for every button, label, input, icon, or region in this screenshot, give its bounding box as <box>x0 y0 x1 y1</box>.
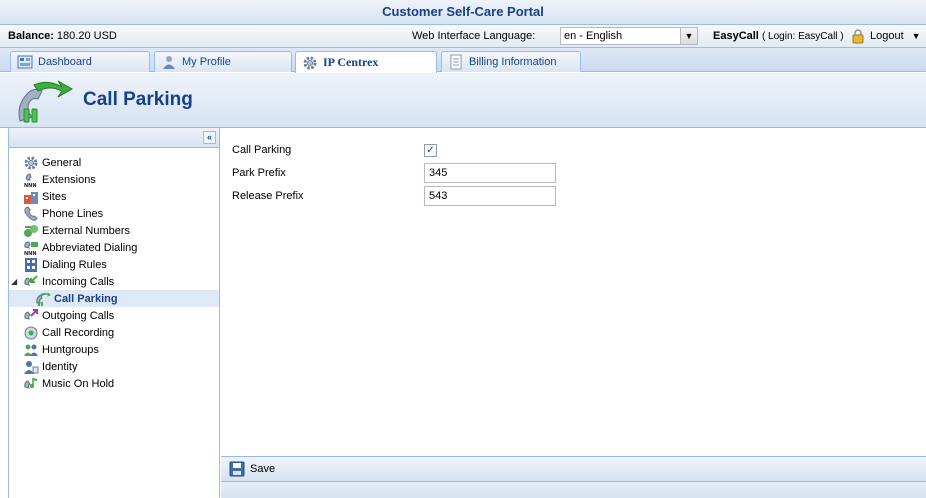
sidebar-item-label: Extensions <box>42 173 96 186</box>
call-parking-icon <box>18 80 74 123</box>
external-numbers-icon <box>24 224 38 237</box>
sidebar-item-call-recording[interactable]: Call Recording <box>9 324 219 341</box>
page-title: Call Parking <box>83 89 193 110</box>
sidebar-item-label: External Numbers <box>42 224 131 237</box>
sidebar-item-label: Identity <box>42 360 78 373</box>
sidebar-item-incoming-calls[interactable]: ◢ Incoming Calls <box>9 273 219 290</box>
sidebar-item-music-on-hold[interactable]: Music On Hold <box>9 375 219 392</box>
chevron-down-icon[interactable]: ▼ <box>912 31 921 41</box>
sites-icon <box>24 191 38 204</box>
language-label: Web Interface Language: <box>412 30 536 42</box>
app-title: Customer Self-Care Portal <box>0 0 926 25</box>
sidebar-item-label: Huntgroups <box>42 343 99 356</box>
main-content <box>221 128 926 456</box>
extensions-icon: NNN <box>24 172 37 188</box>
music-on-hold-icon <box>24 377 37 389</box>
tab-ip-centrex[interactable]: IP Centrex <box>295 51 437 73</box>
document-icon <box>450 54 462 70</box>
page-header: Call Parking <box>0 73 926 128</box>
call-parking-icon <box>36 291 51 306</box>
sidebar-item-external-numbers[interactable]: External Numbers <box>9 222 219 239</box>
sidebar-item-abbreviated-dialing[interactable]: NNN Abbreviated Dialing <box>9 239 219 256</box>
gear-icon <box>303 56 317 69</box>
sidebar-item-dialing-rules[interactable]: Dialing Rules <box>9 256 219 273</box>
sidebar-item-extensions[interactable]: NNN Extensions <box>9 171 219 188</box>
user-info: EasyCall ( Login: EasyCall ) <box>713 30 844 42</box>
sidebar-item-outgoing-calls[interactable]: Outgoing Calls <box>9 307 219 324</box>
identity-icon <box>24 360 39 374</box>
tab-label: Dashboard <box>38 56 92 68</box>
park-prefix-input[interactable]: 345 <box>424 163 556 183</box>
sidebar-item-call-parking[interactable]: Call Parking <box>9 290 219 307</box>
sidebar-item-sites[interactable]: Sites <box>9 188 219 205</box>
tab-billing-information[interactable]: Billing Information <box>441 51 581 72</box>
sidebar-item-phone-lines[interactable]: Phone Lines <box>9 205 219 222</box>
balance-value: 180.20 USD <box>56 30 117 42</box>
sidebar-item-label: Dialing Rules <box>42 258 107 271</box>
call-parking-checkbox[interactable]: ✓ <box>424 144 437 157</box>
expand-icon[interactable]: ◢ <box>11 277 20 286</box>
sidebar-item-label: Call Parking <box>54 292 118 305</box>
sidebar-item-label: Music On Hold <box>42 377 115 390</box>
lock-icon <box>852 29 864 44</box>
park-prefix-label: Park Prefix <box>232 167 286 179</box>
tab-label: My Profile <box>182 56 231 68</box>
logout-label: Logout <box>870 30 904 42</box>
gear-icon <box>24 156 38 169</box>
tab-label: IP Centrex <box>323 55 379 69</box>
release-prefix-label: Release Prefix <box>232 190 304 202</box>
tab-dashboard[interactable]: Dashboard <box>10 51 150 72</box>
collapse-icon[interactable]: « <box>203 131 216 144</box>
release-prefix-input[interactable]: 543 <box>424 186 556 206</box>
phone-lines-icon <box>24 205 38 221</box>
bottom-toolbar: Save <box>221 456 926 482</box>
sidebar-item-label: Sites <box>42 190 67 203</box>
svg-text:NNN: NNN <box>24 183 37 188</box>
tab-my-profile[interactable]: My Profile <box>154 51 292 72</box>
language-select[interactable]: en - English ▼ <box>560 27 698 45</box>
release-prefix-row: Release Prefix <box>232 186 304 206</box>
huntgroups-icon <box>24 344 38 356</box>
call-parking-label: Call Parking <box>232 144 292 156</box>
sidebar-item-label: Phone Lines <box>42 207 104 220</box>
sidebar-item-general[interactable]: General <box>9 154 219 171</box>
outgoing-calls-icon <box>24 308 38 320</box>
sidebar-item-label: Outgoing Calls <box>42 309 115 322</box>
sidebar-item-huntgroups[interactable]: Huntgroups <box>9 341 219 358</box>
abbreviated-dialing-icon: NNN <box>24 240 38 256</box>
chevron-down-icon[interactable]: ▼ <box>680 28 697 44</box>
user-icon <box>163 56 175 69</box>
tab-label: Billing Information <box>469 56 557 68</box>
sidebar-item-label: Incoming Calls <box>42 275 115 288</box>
login-text: ( Login: EasyCall ) <box>761 31 844 42</box>
status-bar: Balance: 180.20 USD Web Interface Langua… <box>0 25 926 48</box>
call-parking-row: Call Parking <box>232 140 291 160</box>
sidebar: « General NNN Extensions Sites Phone Lin… <box>8 128 220 498</box>
save-icon <box>229 461 245 477</box>
call-recording-icon <box>24 326 38 339</box>
park-prefix-row: Park Prefix <box>232 163 286 183</box>
language-value: en - English <box>564 30 623 42</box>
sidebar-item-label: General <box>42 156 82 169</box>
user-name: EasyCall <box>713 30 759 42</box>
balance-label: Balance: <box>8 30 54 42</box>
sidebar-item-identity[interactable]: Identity <box>9 358 219 375</box>
balance: Balance: 180.20 USD <box>8 30 117 42</box>
incoming-calls-icon <box>24 274 38 286</box>
sidebar-item-label: Call Recording <box>42 326 115 339</box>
main-tabs: Dashboard My Profile IP Centrex Billing … <box>0 48 926 73</box>
footer-strip <box>221 482 926 498</box>
dashboard-icon <box>17 55 33 69</box>
dialing-rules-icon <box>25 257 37 272</box>
sidebar-tree: General NNN Extensions Sites Phone Lines <box>9 148 219 392</box>
save-label: Save <box>250 463 276 475</box>
svg-text:NNN: NNN <box>24 251 37 256</box>
sidebar-item-label: Abbreviated Dialing <box>42 241 138 254</box>
save-button[interactable]: Save <box>229 461 275 477</box>
logout-button[interactable]: Logout ▼ <box>850 28 921 44</box>
sidebar-header: « <box>9 128 219 148</box>
